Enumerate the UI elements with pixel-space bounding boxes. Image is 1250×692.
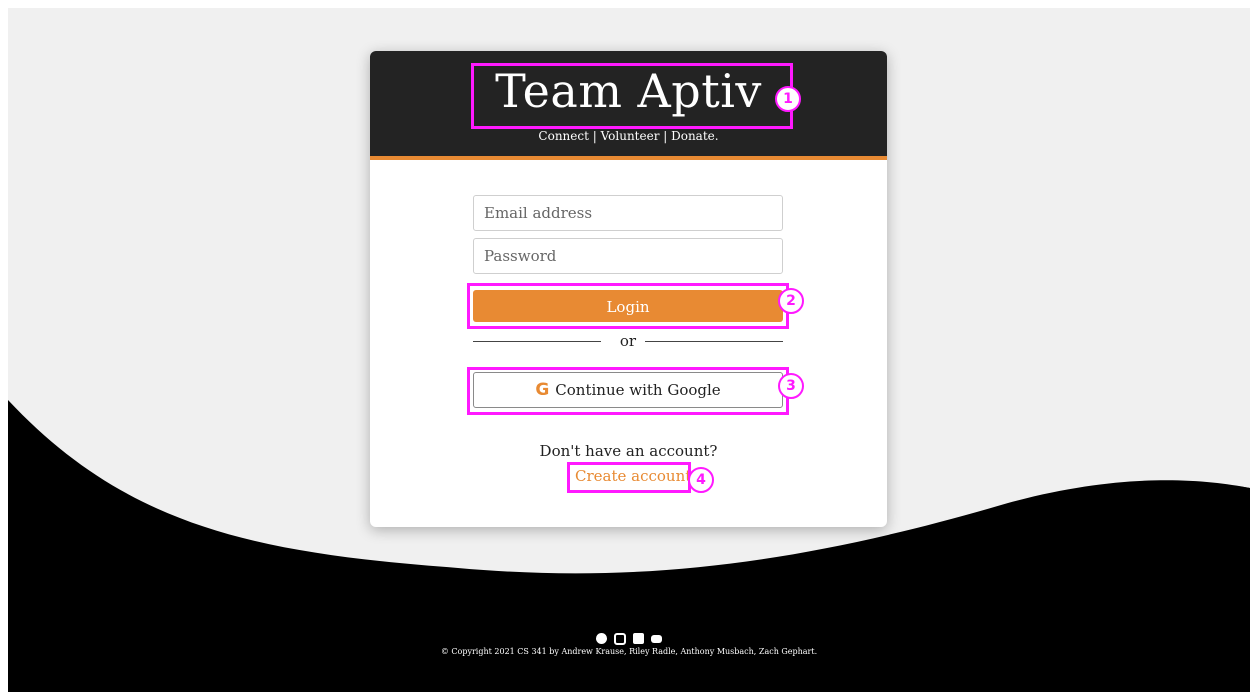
instagram-icon[interactable] (613, 632, 626, 645)
annotation-number-1: 1 (775, 86, 801, 112)
brand-title: Team Aptiv (495, 64, 762, 118)
card-header: Team Aptiv Connect | Volunteer | Donate. (370, 51, 887, 160)
annotation-number-2: 2 (778, 288, 804, 314)
google-signin-label: Continue with Google (555, 381, 721, 399)
password-field[interactable] (473, 238, 783, 274)
github-icon[interactable] (595, 633, 607, 644)
google-signin-button[interactable]: G Continue with Google (473, 372, 783, 408)
login-button[interactable]: Login (473, 290, 783, 322)
page-background: Team Aptiv Connect | Volunteer | Donate.… (8, 8, 1250, 692)
login-card: Team Aptiv Connect | Volunteer | Donate.… (370, 51, 887, 527)
annotation-number-4: 4 (688, 467, 714, 493)
linkedin-icon[interactable] (633, 633, 645, 644)
youtube-icon[interactable] (651, 634, 663, 643)
social-icons (8, 628, 1250, 647)
signup-prompt: Don't have an account? (539, 442, 718, 460)
create-account-link[interactable]: Create account (575, 466, 691, 486)
brand-tagline: Connect | Volunteer | Donate. (538, 129, 719, 143)
or-divider: or (473, 331, 783, 351)
email-field[interactable] (473, 195, 783, 231)
annotation-number-3: 3 (778, 373, 804, 399)
google-icon: G (535, 380, 550, 400)
divider-text: or (619, 332, 637, 350)
copyright-text: © Copyright 2021 CS 341 by Andrew Krause… (440, 647, 818, 656)
